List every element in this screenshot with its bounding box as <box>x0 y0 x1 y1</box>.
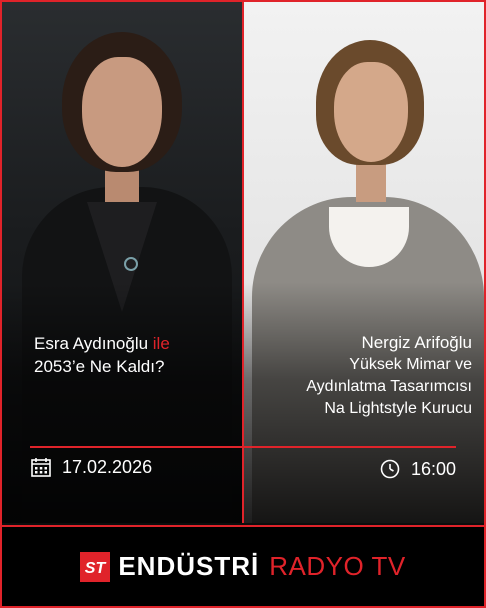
right-divider-rule <box>244 446 456 448</box>
svg-text:ST: ST <box>85 560 107 577</box>
host-name: Esra Aydınoğlu <box>34 334 149 353</box>
guest-role-line-2: Aydınlatma Tasarımcısı <box>306 378 472 395</box>
guest-name: Nergiz Arifoğlu <box>361 333 472 352</box>
brand-tagline: RADYO TV <box>269 551 406 581</box>
brand-footer: ST ENDÜSTRİ RADYO TV <box>2 525 484 606</box>
host-panel: Esra Aydınoğlu ile 2053’e Ne Kaldı? 17.0… <box>2 2 242 523</box>
left-divider-rule <box>30 446 242 448</box>
guest-info: Nergiz Arifoğlu Yüksek Mimar ve Aydınlat… <box>252 332 472 420</box>
guest-panel: Nergiz Arifoğlu Yüksek Mimar ve Aydınlat… <box>244 2 484 523</box>
brand-name: ENDÜSTRİ <box>118 551 260 581</box>
event-date: 17.02.2026 <box>62 456 153 477</box>
date-row: 17.02.2026 <box>30 456 152 478</box>
guest-role-line-1: Yüksek Mimar ve <box>349 356 472 373</box>
brand-logo-icon: ST <box>80 551 111 582</box>
guest-role-line-3: Na Lightstyle Kurucu <box>324 400 472 417</box>
event-time: 16:00 <box>410 458 456 479</box>
title-connector: ile <box>152 334 170 353</box>
program-title: Esra Aydınoğlu ile 2053’e Ne Kaldı? <box>34 332 234 378</box>
time-row: 16:00 <box>379 458 456 480</box>
program-name: 2053’e Ne Kaldı? <box>34 357 165 376</box>
calendar-icon <box>31 458 51 477</box>
clock-icon <box>380 459 400 479</box>
